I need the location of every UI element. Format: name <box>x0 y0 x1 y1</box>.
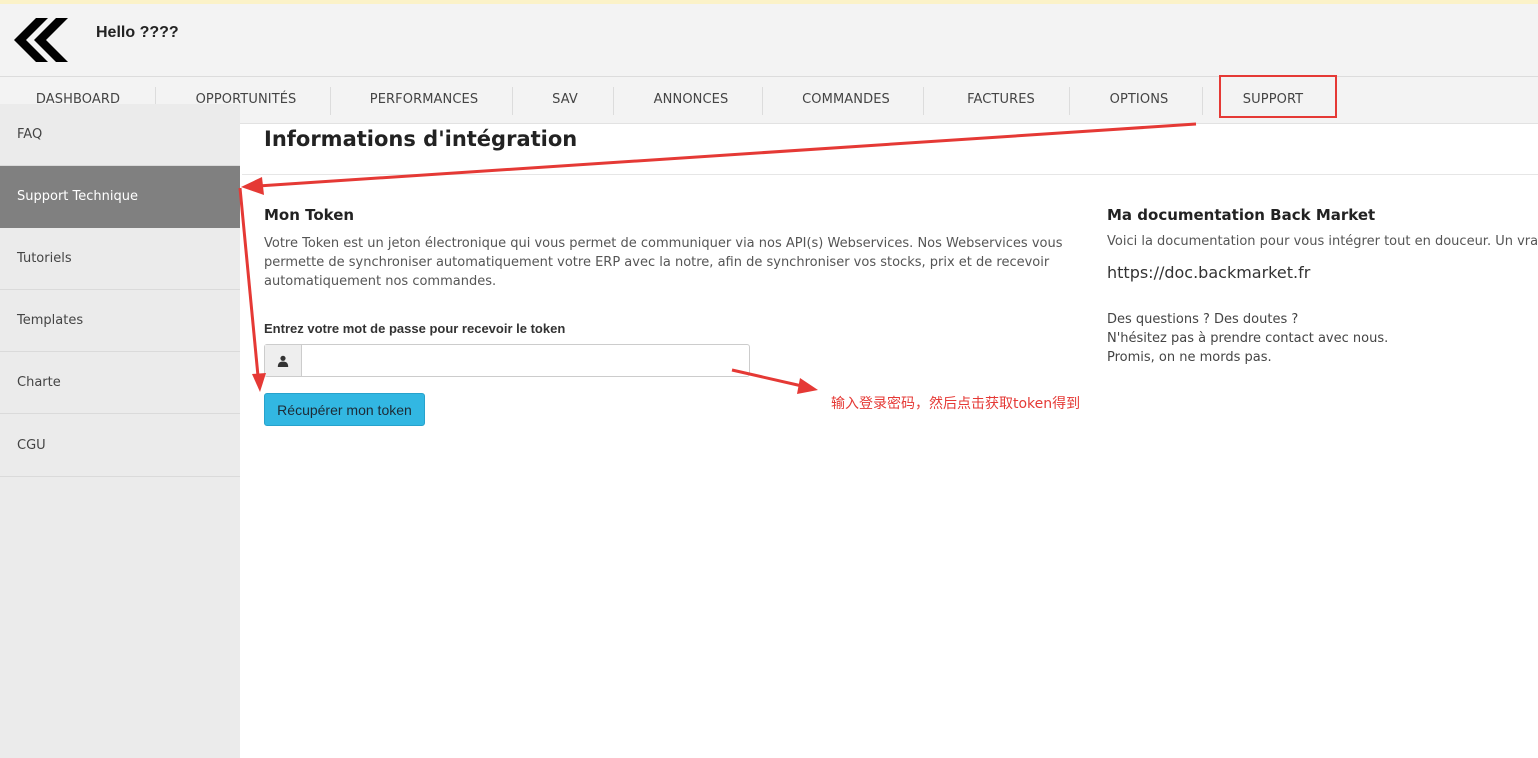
nav-sav[interactable]: SAV <box>535 77 595 123</box>
questions-line-3: Promis, on ne mords pas. <box>1107 350 1272 365</box>
user-icon <box>265 345 302 376</box>
arrow-head <box>797 378 818 394</box>
token-heading: Mon Token <box>264 206 355 224</box>
password-input-group <box>264 344 750 377</box>
nav-separator <box>762 87 763 115</box>
nav-options[interactable]: OPTIONS <box>1094 77 1184 123</box>
sidebar-item-templates[interactable]: Templates <box>0 290 240 352</box>
sidebar-item-charte[interactable]: Charte <box>0 352 240 414</box>
questions-line-1: Des questions ? Des doutes ? <box>1107 312 1299 327</box>
nav-separator <box>923 87 924 115</box>
header: Hello ???? <box>0 4 1538 77</box>
nav-commandes[interactable]: COMMANDES <box>788 77 904 123</box>
nav-factures[interactable]: FACTURES <box>950 77 1052 123</box>
questions-line-2: N'hésitez pas à prendre contact avec nou… <box>1107 331 1389 346</box>
annotation-text: 输入登录密码，然后点击获取token得到 <box>831 396 1081 412</box>
sidebar-item-label: Templates <box>17 313 84 328</box>
nav-annonces[interactable]: ANNONCES <box>638 77 744 123</box>
arrow-to-token-area <box>238 187 260 377</box>
doc-description: Voici la documentation pour vous intégre… <box>1107 234 1538 249</box>
nav-support[interactable]: SUPPORT <box>1221 77 1325 123</box>
page-title: Informations d'intégration <box>264 127 578 151</box>
sidebar-item-label: Support Technique <box>17 189 138 204</box>
token-description: Votre Token est un jeton électronique qu… <box>264 236 1063 289</box>
sidebar-item-tutoriels[interactable]: Tutoriels <box>0 228 240 290</box>
title-divider <box>242 174 1538 175</box>
sidebar-item-faq[interactable]: FAQ <box>0 104 240 166</box>
sidebar-item-cgu[interactable]: CGU <box>0 415 240 477</box>
doc-link[interactable]: https://doc.backmarket.fr <box>1107 263 1310 282</box>
sidebar-item-label: Tutoriels <box>17 251 72 266</box>
sidebar-item-label: CGU <box>17 438 46 453</box>
double-chevron-left-icon[interactable] <box>14 18 70 62</box>
nav-separator <box>330 87 331 115</box>
nav-performances[interactable]: PERFORMANCES <box>358 77 490 123</box>
greeting: Hello ???? <box>96 24 179 41</box>
nav-separator <box>1069 87 1070 115</box>
nav-separator <box>512 87 513 115</box>
nav-separator <box>613 87 614 115</box>
doc-heading: Ma documentation Back Market <box>1107 206 1376 224</box>
arrow-head <box>241 177 264 195</box>
password-input[interactable] <box>302 345 749 376</box>
sidebar: FAQ Support Technique Tutoriels Template… <box>0 104 240 758</box>
sidebar-item-support-technique[interactable]: Support Technique <box>0 166 240 228</box>
sidebar-item-label: FAQ <box>17 127 43 142</box>
get-token-button[interactable]: Récupérer mon token <box>264 393 425 426</box>
page: Hello ???? DASHBOARD OPPORTUNITÉS PERFOR… <box>0 0 1538 758</box>
nav-separator <box>1202 87 1203 115</box>
sidebar-item-label: Charte <box>17 375 61 390</box>
password-label: Entrez votre mot de passe pour recevoir … <box>264 321 566 336</box>
